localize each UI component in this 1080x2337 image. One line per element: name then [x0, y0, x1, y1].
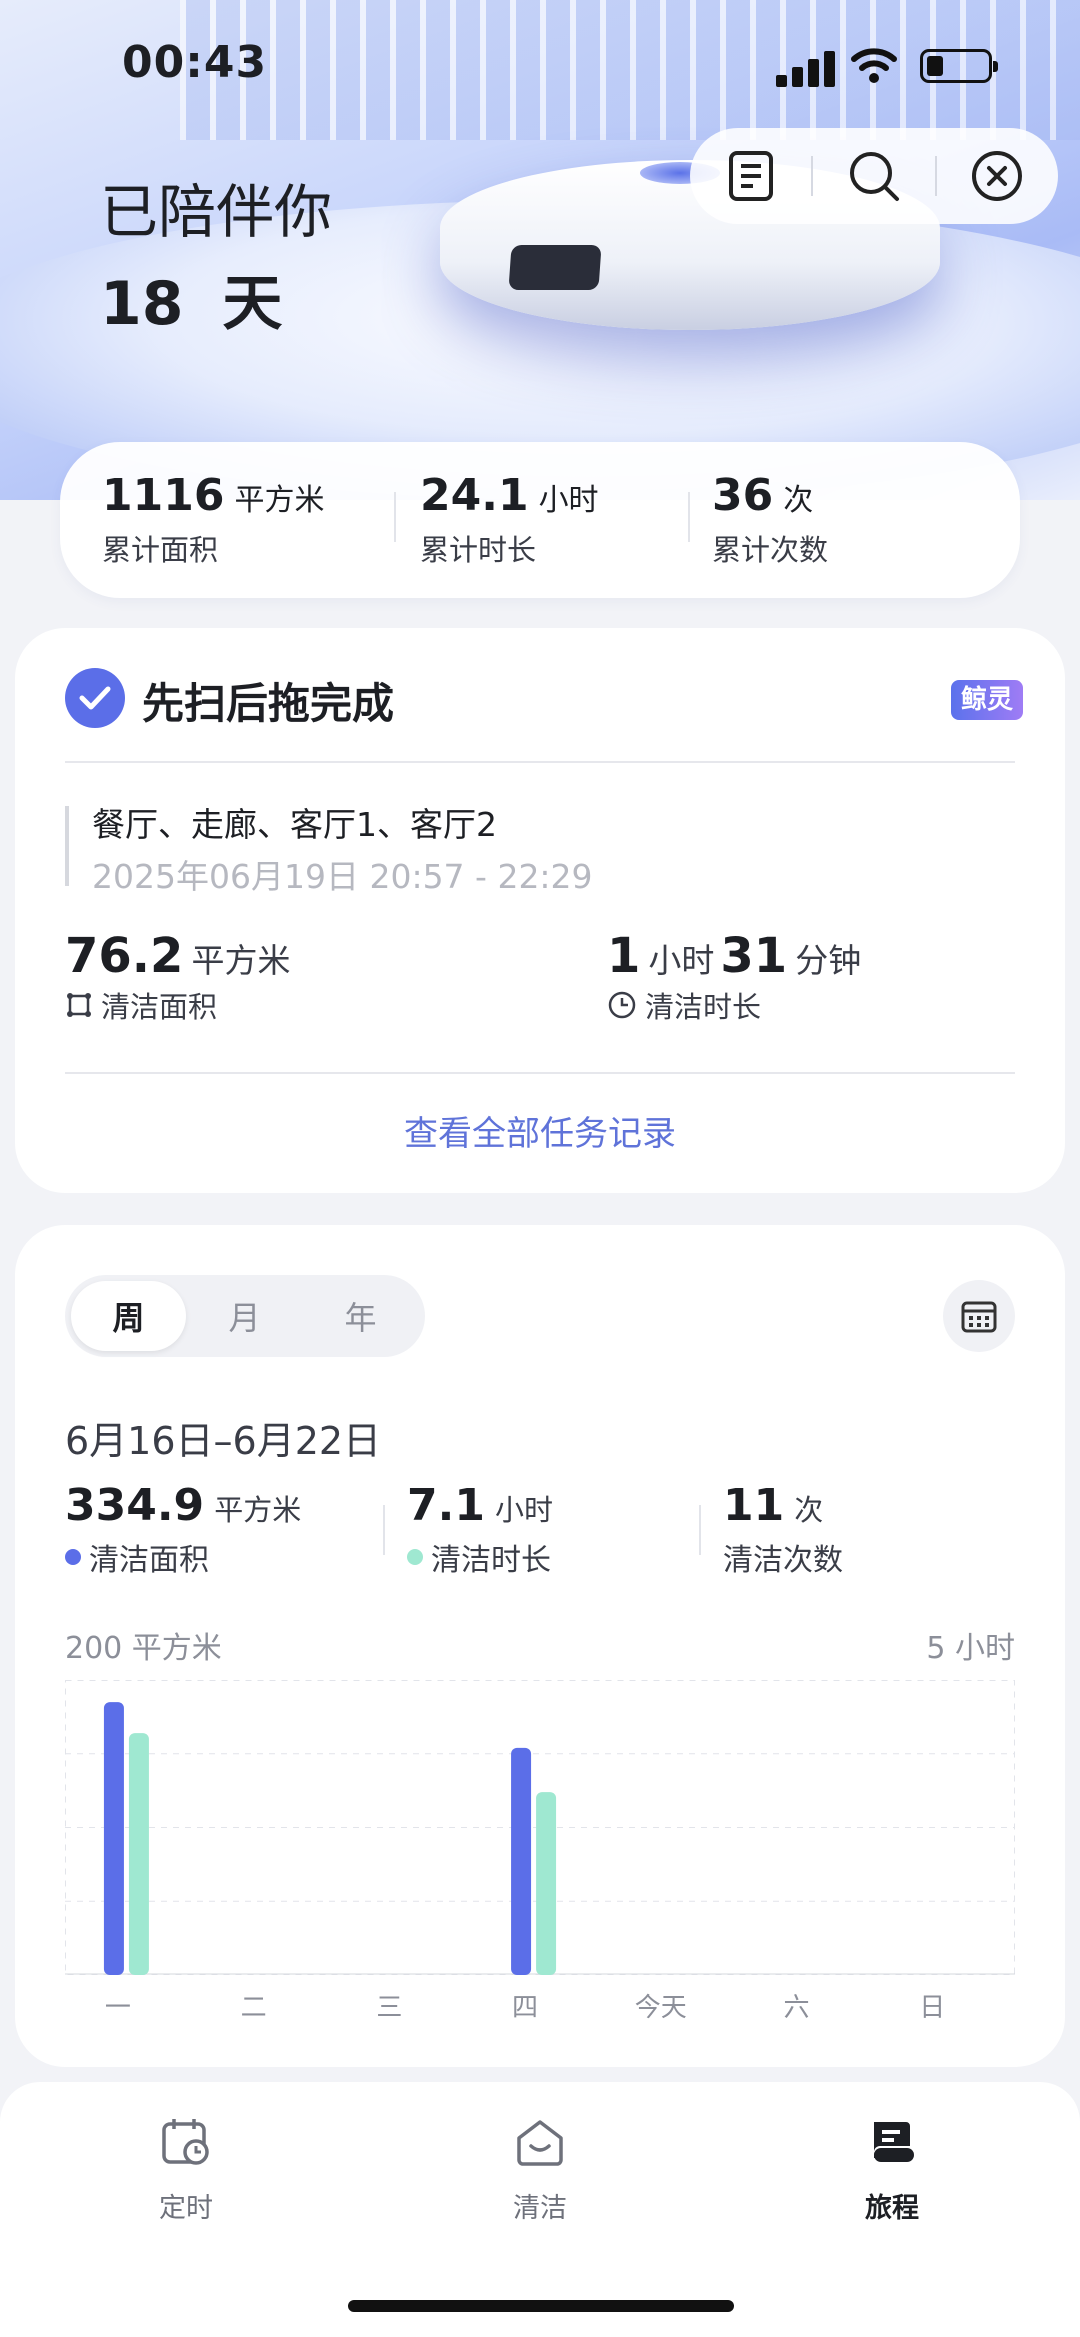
companion-greeting: 已陪伴你 [100, 178, 333, 246]
period-selector: 周 月 年 [65, 1275, 425, 1357]
wifi-icon [851, 48, 897, 83]
left-axis-label: 200 平方米 [65, 1631, 222, 1666]
x-tick-label: 今天 [634, 1993, 687, 2023]
area-bar [103, 1702, 124, 1975]
cleaning-stats-card: 周 月 年 6月16日–6月22日 334.9 平方米 清洁面积 7.1 小时 清洁… [15, 1225, 1065, 2067]
task-area: 76.2 平方米 清洁面积 [65, 928, 291, 1024]
tab-year[interactable]: 年 [303, 1281, 418, 1351]
tab-month[interactable]: 月 [187, 1281, 302, 1351]
area-legend-dot [65, 1549, 81, 1565]
summary-duration: 24.1 小时 累计时长 [420, 470, 599, 567]
area-icon [67, 993, 91, 1017]
stat-count: 11 次 清洁次数 [723, 1480, 843, 1578]
document-icon[interactable] [690, 128, 811, 224]
battery-icon [920, 49, 998, 83]
calendar-icon[interactable] [943, 1280, 1015, 1352]
signal-icon [776, 49, 836, 87]
task-datetime: 2025年06月19日 20:57 - 22:29 [92, 857, 593, 896]
bottom-tab-bar: 定时 清洁 旅程 [0, 2082, 1080, 2337]
right-axis-label: 5 小时 [926, 1631, 1015, 1666]
x-tick-label: 一 [104, 1993, 131, 2023]
home-indicator [348, 2300, 734, 2312]
area-bar [511, 1747, 532, 1975]
x-tick-label: 四 [512, 1993, 539, 2023]
companion-days: 18 天 [100, 269, 283, 339]
clock-icon [608, 991, 636, 1019]
search-icon[interactable] [813, 128, 934, 224]
x-tick-label: 六 [783, 1993, 810, 2023]
clean-home-icon [517, 2120, 563, 2166]
schedule-icon [162, 2119, 209, 2165]
stat-duration: 7.1 小时 清洁时长 [407, 1480, 553, 1578]
close-icon[interactable] [937, 128, 1058, 224]
view-all-tasks-link[interactable]: 查看全部任务记录 [15, 1106, 1065, 1155]
tab-week[interactable]: 周 [71, 1281, 186, 1351]
status-time: 00:43 [122, 37, 268, 88]
top-actions [690, 128, 1058, 224]
duration-legend-dot [407, 1549, 423, 1565]
task-duration: 1 小时 31 分钟 清洁时长 [607, 928, 862, 1024]
tab-schedule[interactable]: 定时 [106, 2112, 266, 2225]
check-icon [65, 668, 125, 728]
x-tick-label: 二 [240, 1993, 267, 2023]
x-tick-label: 三 [376, 1993, 403, 2023]
cumulative-summary: 1116 平方米 累计面积 24.1 小时 累计时长 36 次 累计次数 [60, 442, 1020, 598]
summary-area: 1116 平方米 累计面积 [102, 470, 325, 567]
status-bar: 00:43 [0, 35, 1080, 95]
task-title: 先扫后拖完成 [142, 679, 395, 728]
journey-icon [874, 2122, 914, 2162]
mode-badge: 鲸灵 [951, 680, 1023, 720]
weekly-bar-chart [65, 1680, 1015, 1975]
stat-area: 334.9 平方米 清洁面积 [65, 1480, 302, 1578]
tab-journey[interactable]: 旅程 [812, 2112, 972, 2225]
date-range: 6月16日–6月22日 [65, 1419, 382, 1463]
duration-bar [536, 1792, 557, 1975]
duration-bar [128, 1733, 149, 1975]
task-rooms: 餐厅、走廊、客厅1、客厅2 [92, 805, 497, 844]
tab-clean[interactable]: 清洁 [460, 2112, 620, 2225]
x-tick-label: 日 [919, 1993, 946, 2023]
summary-count: 36 次 累计次数 [712, 470, 829, 567]
last-task-card[interactable]: 先扫后拖完成 鲸灵 餐厅、走廊、客厅1、客厅2 2025年06月19日 20:5… [15, 628, 1065, 1193]
